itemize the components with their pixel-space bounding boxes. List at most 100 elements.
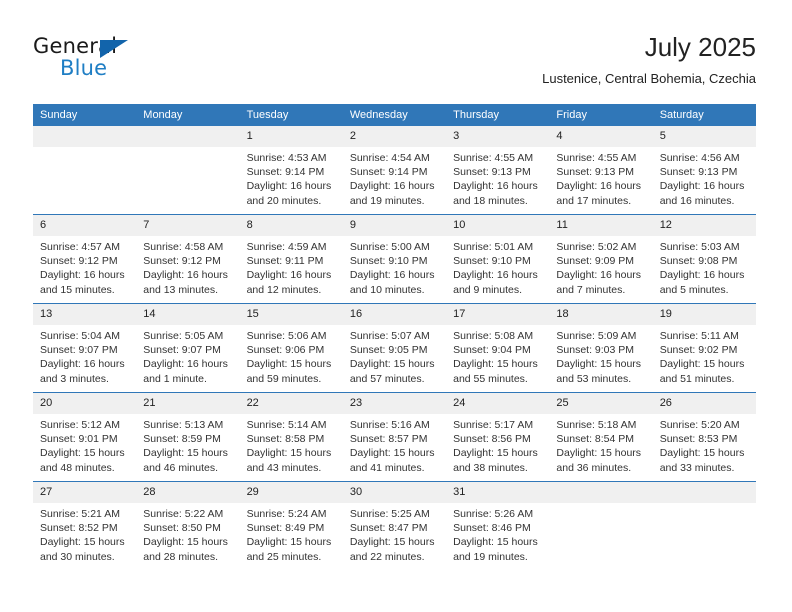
day-details: Sunrise: 4:56 AM Sunset: 9:13 PM Daylight:…	[653, 147, 756, 208]
day-number: 18	[549, 304, 653, 325]
calendar-day-cell[interactable]: 21 Sunrise: 5:13 AM Sunset: 8:59 PM Dayligh…	[136, 392, 240, 482]
daylight-text-line1: Daylight: 16 hours	[349, 269, 435, 282]
day-cell-inner: 17 Sunrise: 5:08 AM Sunset: 9:04 PM Dayligh…	[446, 304, 550, 392]
calendar-day-cell[interactable]: 24 Sunrise: 5:17 AM Sunset: 8:56 PM Dayligh…	[446, 392, 550, 482]
logo-text-blue: Blue	[60, 56, 108, 80]
day-number: 5	[652, 126, 756, 147]
day-details: Sunrise: 4:58 AM Sunset: 9:12 PM Daylight:…	[136, 236, 239, 297]
daylight-text-line2: and 7 minutes.	[556, 283, 626, 296]
daylight-text-line1: Daylight: 16 hours	[453, 269, 538, 282]
daylight-text-line2: and 51 minutes.	[659, 372, 735, 385]
calendar-day-cell[interactable]: 16 Sunrise: 5:07 AM Sunset: 9:05 PM Dayligh…	[342, 303, 447, 393]
calendar-day-cell[interactable]: 25 Sunrise: 5:18 AM Sunset: 8:54 PM Dayligh…	[549, 392, 653, 482]
calendar-cell-empty	[136, 126, 240, 215]
general-blue-logo[interactable]: General Blue	[33, 34, 153, 86]
calendar-day-cell[interactable]: 23 Sunrise: 5:16 AM Sunset: 8:57 PM Dayligh…	[342, 392, 447, 482]
calendar-week-row: 20 Sunrise: 5:12 AM Sunset: 9:01 PM Dayligh…	[33, 392, 756, 482]
sunset-text: Sunset: 9:12 PM	[143, 255, 221, 268]
day-details: Sunrise: 4:53 AM Sunset: 9:14 PM Daylight:…	[240, 147, 343, 208]
day-cell-inner: 19 Sunrise: 5:11 AM Sunset: 9:02 PM Dayligh…	[652, 304, 756, 392]
daylight-text-line1: Daylight: 16 hours	[659, 269, 745, 282]
calendar-day-cell[interactable]: 9 Sunrise: 5:00 AM Sunset: 9:10 PM Daylight…	[342, 214, 447, 304]
day-number: 25	[549, 393, 653, 414]
day-details: Sunrise: 5:22 AM Sunset: 8:50 PM Daylight:…	[136, 503, 239, 564]
calendar-day-cell[interactable]: 26 Sunrise: 5:20 AM Sunset: 8:53 PM Dayligh…	[652, 392, 756, 482]
day-details: Sunrise: 5:04 AM Sunset: 9:07 PM Daylight:…	[33, 325, 136, 386]
daylight-text-line2: and 16 minutes.	[659, 194, 735, 207]
daylight-text-line1: Daylight: 16 hours	[453, 180, 538, 193]
calendar-day-cell[interactable]: 28 Sunrise: 5:22 AM Sunset: 8:50 PM Dayligh…	[136, 481, 240, 570]
day-number: 16	[342, 304, 447, 325]
calendar-day-cell[interactable]: 8 Sunrise: 4:59 AM Sunset: 9:11 PM Daylight…	[239, 214, 343, 304]
sunrise-text: Sunrise: 5:11 AM	[659, 330, 739, 342]
calendar-day-cell[interactable]: 11 Sunrise: 5:02 AM Sunset: 9:09 PM Dayligh…	[549, 214, 653, 304]
calendar-day-cell[interactable]: 15 Sunrise: 5:06 AM Sunset: 9:06 PM Dayligh…	[239, 303, 343, 393]
sunset-text: Sunset: 8:56 PM	[453, 433, 531, 446]
day-number	[136, 126, 240, 147]
calendar-day-cell[interactable]: 19 Sunrise: 5:11 AM Sunset: 9:02 PM Dayligh…	[652, 303, 756, 393]
calendar-week-row: 13 Sunrise: 5:04 AM Sunset: 9:07 PM Dayligh…	[33, 303, 756, 393]
calendar-day-cell[interactable]: 6 Sunrise: 4:57 AM Sunset: 9:12 PM Daylight…	[33, 214, 137, 304]
calendar-day-cell[interactable]: 17 Sunrise: 5:08 AM Sunset: 9:04 PM Dayligh…	[446, 303, 550, 393]
sunrise-text: Sunrise: 4:54 AM	[349, 152, 430, 164]
day-cell-inner: 13 Sunrise: 5:04 AM Sunset: 9:07 PM Dayligh…	[33, 304, 137, 392]
sunrise-text: Sunrise: 5:20 AM	[659, 419, 740, 431]
daylight-text-line1: Daylight: 15 hours	[143, 447, 228, 460]
day-details: Sunrise: 5:20 AM Sunset: 8:53 PM Daylight:…	[653, 414, 756, 475]
sunset-text: Sunset: 8:57 PM	[349, 433, 428, 446]
sunset-text: Sunset: 9:14 PM	[349, 166, 428, 179]
sunrise-text: Sunrise: 5:02 AM	[556, 241, 637, 253]
day-number	[652, 482, 756, 503]
calendar-day-cell[interactable]: 13 Sunrise: 5:04 AM Sunset: 9:07 PM Dayligh…	[33, 303, 137, 393]
sunrise-text: Sunrise: 5:22 AM	[143, 508, 224, 520]
day-details: Sunrise: 5:13 AM Sunset: 8:59 PM Daylight:…	[136, 414, 239, 475]
day-number: 9	[342, 215, 447, 236]
sunset-text: Sunset: 9:13 PM	[659, 166, 738, 179]
sunrise-text: Sunrise: 5:18 AM	[556, 419, 637, 431]
calendar-day-cell[interactable]: 27 Sunrise: 5:21 AM Sunset: 8:52 PM Dayligh…	[33, 481, 137, 570]
weekday-header-friday: Friday	[549, 104, 653, 126]
calendar-day-cell[interactable]: 20 Sunrise: 5:12 AM Sunset: 9:01 PM Dayligh…	[33, 392, 137, 482]
daylight-text-line1: Daylight: 16 hours	[40, 269, 125, 282]
calendar-day-cell[interactable]: 2 Sunrise: 4:54 AM Sunset: 9:14 PM Daylight…	[342, 126, 447, 215]
daylight-text-line1: Daylight: 16 hours	[349, 180, 435, 193]
day-cell-inner: 2 Sunrise: 4:54 AM Sunset: 9:14 PM Daylight…	[342, 126, 447, 214]
daylight-text-line1: Daylight: 15 hours	[453, 536, 538, 549]
day-details: Sunrise: 5:06 AM Sunset: 9:06 PM Daylight:…	[240, 325, 343, 386]
sunrise-text: Sunrise: 5:09 AM	[556, 330, 637, 342]
sunrise-text: Sunrise: 5:05 AM	[143, 330, 224, 342]
day-number: 21	[136, 393, 240, 414]
calendar-day-cell[interactable]: 7 Sunrise: 4:58 AM Sunset: 9:12 PM Daylight…	[136, 214, 240, 304]
day-cell-inner: 28 Sunrise: 5:22 AM Sunset: 8:50 PM Dayligh…	[136, 482, 240, 570]
day-number: 4	[549, 126, 653, 147]
day-number: 29	[239, 482, 343, 503]
sunset-text: Sunset: 9:11 PM	[246, 255, 324, 268]
calendar-day-cell[interactable]: 14 Sunrise: 5:05 AM Sunset: 9:07 PM Dayligh…	[136, 303, 240, 393]
day-cell-inner: 4 Sunrise: 4:55 AM Sunset: 9:13 PM Daylight…	[549, 126, 653, 214]
day-number: 26	[652, 393, 756, 414]
day-details: Sunrise: 4:55 AM Sunset: 9:13 PM Daylight:…	[549, 147, 652, 208]
day-cell-inner: 27 Sunrise: 5:21 AM Sunset: 8:52 PM Dayligh…	[33, 482, 137, 570]
daylight-text-line2: and 20 minutes.	[246, 194, 322, 207]
calendar-day-cell[interactable]: 18 Sunrise: 5:09 AM Sunset: 9:03 PM Dayligh…	[549, 303, 653, 393]
calendar-day-cell[interactable]: 12 Sunrise: 5:03 AM Sunset: 9:08 PM Dayligh…	[652, 214, 756, 304]
day-cell-inner	[136, 126, 240, 214]
day-details: Sunrise: 4:57 AM Sunset: 9:12 PM Daylight:…	[33, 236, 136, 297]
calendar-day-cell[interactable]: 31 Sunrise: 5:26 AM Sunset: 8:46 PM Dayligh…	[446, 481, 550, 570]
calendar-day-cell[interactable]: 29 Sunrise: 5:24 AM Sunset: 8:49 PM Dayligh…	[239, 481, 343, 570]
day-cell-inner: 9 Sunrise: 5:00 AM Sunset: 9:10 PM Daylight…	[342, 215, 447, 303]
day-cell-inner: 16 Sunrise: 5:07 AM Sunset: 9:05 PM Dayligh…	[342, 304, 447, 392]
day-cell-inner: 5 Sunrise: 4:56 AM Sunset: 9:13 PM Daylight…	[652, 126, 756, 214]
calendar-day-cell[interactable]: 5 Sunrise: 4:56 AM Sunset: 9:13 PM Daylight…	[652, 126, 756, 215]
calendar-day-cell[interactable]: 30 Sunrise: 5:25 AM Sunset: 8:47 PM Dayligh…	[342, 481, 447, 570]
sunrise-text: Sunrise: 5:01 AM	[453, 241, 534, 253]
sunset-text: Sunset: 9:03 PM	[556, 344, 635, 357]
calendar-day-cell[interactable]: 1 Sunrise: 4:53 AM Sunset: 9:14 PM Daylight…	[239, 126, 343, 215]
calendar-day-cell[interactable]: 3 Sunrise: 4:55 AM Sunset: 9:13 PM Daylight…	[446, 126, 550, 215]
day-number: 10	[446, 215, 550, 236]
sunset-text: Sunset: 9:13 PM	[556, 166, 635, 179]
calendar-day-cell[interactable]: 22 Sunrise: 5:14 AM Sunset: 8:58 PM Dayligh…	[239, 392, 343, 482]
calendar-day-cell[interactable]: 4 Sunrise: 4:55 AM Sunset: 9:13 PM Daylight…	[549, 126, 653, 215]
calendar-day-cell[interactable]: 10 Sunrise: 5:01 AM Sunset: 9:10 PM Dayligh…	[446, 214, 550, 304]
sunrise-text: Sunrise: 5:14 AM	[246, 419, 327, 431]
